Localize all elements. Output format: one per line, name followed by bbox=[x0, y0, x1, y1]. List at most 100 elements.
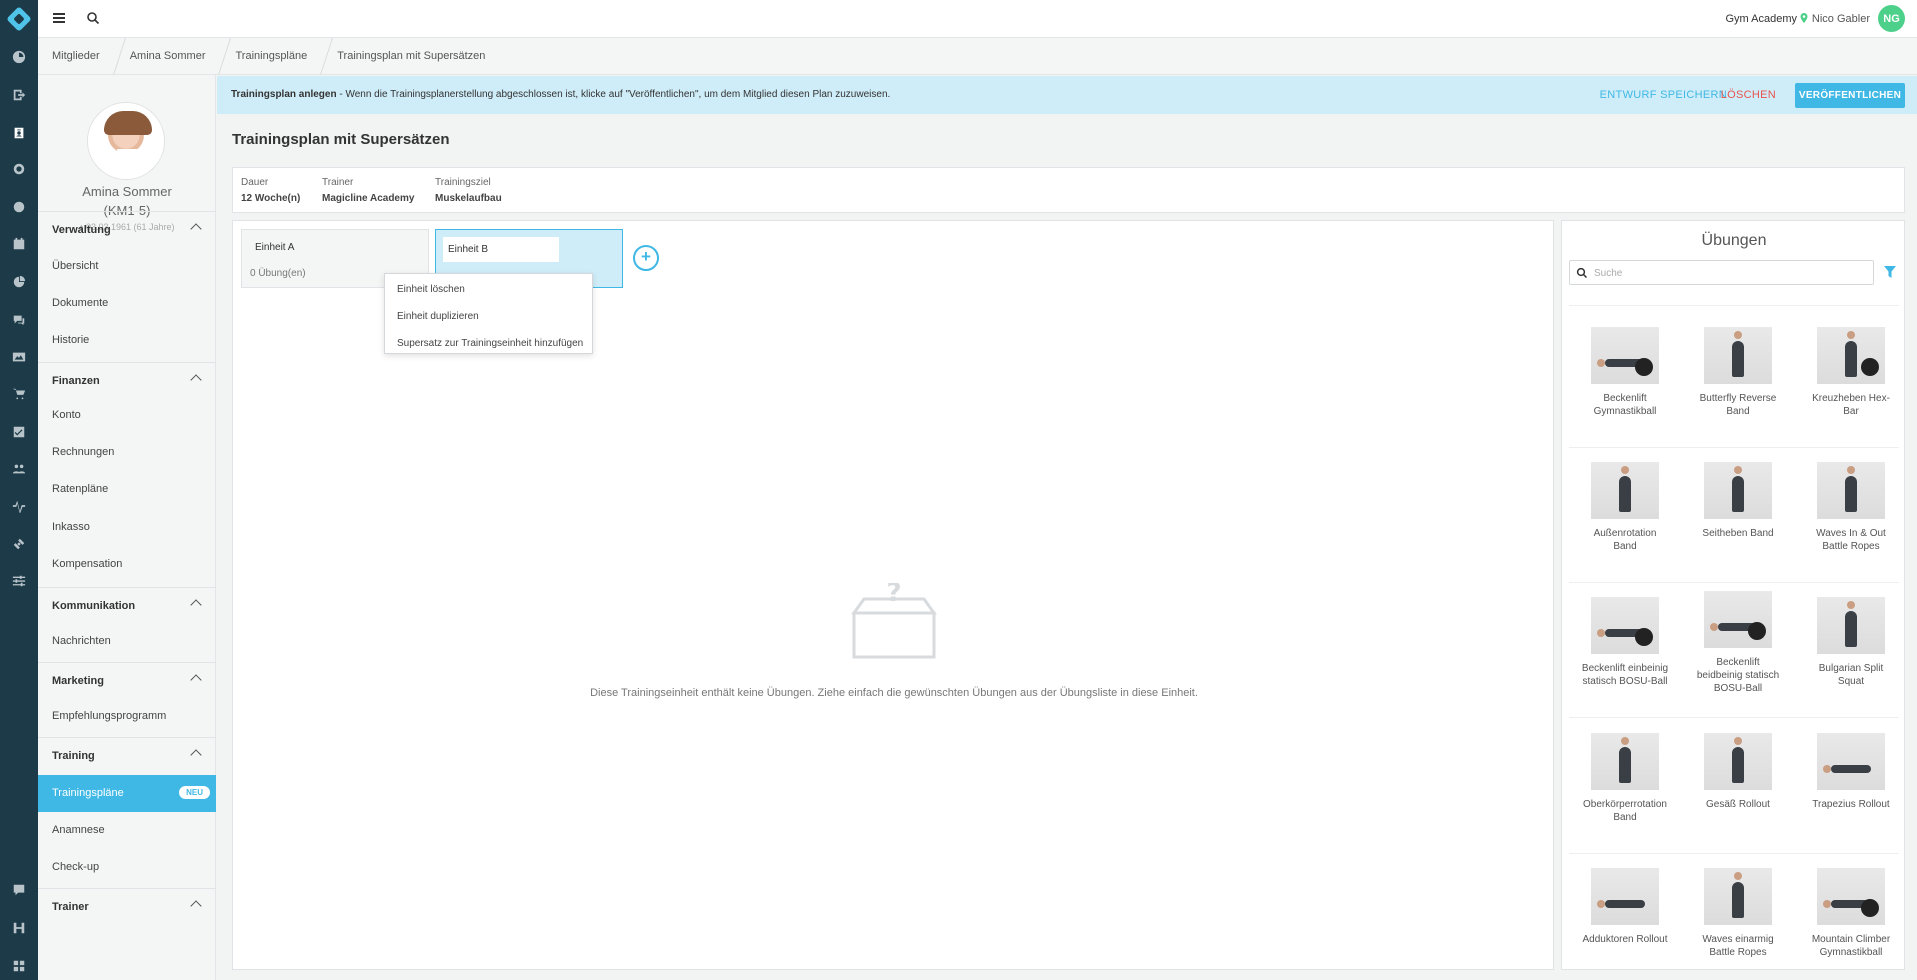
sidebar-item-inkasso[interactable]: Inkasso bbox=[38, 509, 216, 546]
member-sidebar: Amina Sommer (KM1-5) ⬧ 03.03.1961 (61 Ja… bbox=[38, 75, 216, 980]
exercise-thumbnail bbox=[1591, 462, 1659, 519]
exercise-card[interactable]: Beckenlift Gymnastikball bbox=[1575, 327, 1675, 418]
page-title: Trainingsplan mit Supersätzen bbox=[232, 131, 450, 148]
exercise-thumbnail bbox=[1704, 327, 1772, 384]
sidebar-item-anamnese[interactable]: Anamnese bbox=[38, 812, 216, 849]
exercise-card[interactable]: Außenrotation Band bbox=[1575, 462, 1675, 553]
exercise-label: Seitheben Band bbox=[1702, 528, 1774, 539]
exercise-card[interactable]: Trapezius Rollout bbox=[1801, 733, 1901, 811]
sliders-icon[interactable] bbox=[11, 573, 27, 589]
section-kommunikation[interactable]: Kommunikation bbox=[38, 587, 216, 624]
exercise-card[interactable]: Waves einarmig Battle Ropes bbox=[1688, 868, 1788, 959]
exercise-search[interactable] bbox=[1569, 260, 1874, 285]
apps-icon[interactable] bbox=[11, 958, 27, 974]
menu-item-add-superset[interactable]: Supersatz zur Trainingseinheit hinzufüge… bbox=[397, 338, 583, 349]
breadcrumb-item[interactable]: Trainingspläne bbox=[221, 38, 323, 75]
dumbbell-icon[interactable] bbox=[11, 536, 27, 552]
search-icon bbox=[1576, 267, 1588, 279]
members-icon[interactable] bbox=[11, 125, 27, 141]
breadcrumb-item[interactable]: Mitglieder bbox=[38, 38, 116, 75]
section-verwaltung[interactable]: Verwaltung bbox=[38, 211, 216, 248]
chevron-up-icon bbox=[190, 749, 202, 761]
sidebar-item-empfehlungsprogramm[interactable]: Empfehlungsprogramm bbox=[38, 698, 216, 735]
reports-icon[interactable] bbox=[11, 274, 27, 290]
top-bar: Gym Academy Nico Gabler NG bbox=[38, 0, 1917, 38]
exercise-card[interactable]: Adduktoren Rollout bbox=[1575, 868, 1675, 946]
menu-icon[interactable] bbox=[53, 13, 65, 23]
unit-context-menu: Einheit löschen Einheit duplizieren Supe… bbox=[384, 273, 593, 354]
chevron-up-icon bbox=[190, 599, 202, 611]
sidebar-item-uebersicht[interactable]: Übersicht bbox=[38, 248, 216, 285]
sidebar-item-konto[interactable]: Konto bbox=[38, 397, 216, 434]
user-avatar[interactable]: NG bbox=[1878, 5, 1905, 32]
exercise-card[interactable]: Seitheben Band bbox=[1688, 462, 1788, 540]
activity-icon[interactable] bbox=[11, 498, 27, 514]
shop-cart-icon[interactable] bbox=[11, 386, 27, 402]
groups-icon[interactable] bbox=[11, 461, 27, 477]
sidebar-item-rechnungen[interactable]: Rechnungen bbox=[38, 434, 216, 471]
finance-icon[interactable] bbox=[11, 199, 27, 215]
exercise-thumbnail bbox=[1704, 868, 1772, 925]
meta-trainer: Trainer Magicline Academy bbox=[322, 177, 415, 204]
search-icon[interactable] bbox=[86, 11, 100, 25]
sidebar-item-historie[interactable]: Historie bbox=[38, 322, 216, 359]
exercise-card[interactable]: Mountain Climber Gymnastikball bbox=[1801, 868, 1901, 959]
sidebar-item-kompensation[interactable]: Kompensation bbox=[38, 546, 216, 583]
exercise-thumbnail bbox=[1817, 868, 1885, 925]
section-marketing[interactable]: Marketing bbox=[38, 662, 216, 699]
image-icon[interactable] bbox=[11, 349, 27, 365]
exercise-label: Butterfly Reverse Band bbox=[1699, 393, 1777, 417]
exercise-label: Trapezius Rollout bbox=[1812, 799, 1890, 810]
publish-button[interactable]: VERÖFFENTLICHEN bbox=[1795, 83, 1905, 108]
messages-icon[interactable] bbox=[11, 312, 27, 328]
exercise-label: Bulgarian Split Squat bbox=[1818, 663, 1884, 687]
help-icon[interactable] bbox=[11, 882, 27, 898]
dashboard-icon[interactable] bbox=[11, 49, 27, 65]
sidebar-item-trainingsplaene[interactable]: Trainingspläne NEU bbox=[38, 775, 216, 812]
sidebar-item-checkup[interactable]: Check-up bbox=[38, 849, 216, 886]
exercise-card[interactable]: Butterfly Reverse Band bbox=[1688, 327, 1788, 418]
sidebar-item-dokumente[interactable]: Dokumente bbox=[38, 285, 216, 322]
exercise-card[interactable]: Gesäß Rollout bbox=[1688, 733, 1788, 811]
exercise-card[interactable]: Beckenlift beidbeinig statisch BOSU-Ball bbox=[1688, 591, 1788, 695]
exercise-card[interactable]: Bulgarian Split Squat bbox=[1801, 597, 1901, 688]
icon-rail bbox=[0, 0, 38, 980]
exercise-search-input[interactable] bbox=[1594, 264, 1864, 282]
unit-name-input[interactable] bbox=[443, 237, 559, 262]
exercise-thumbnail bbox=[1591, 597, 1659, 654]
settings-icon[interactable] bbox=[11, 161, 27, 177]
section-training[interactable]: Training bbox=[38, 737, 216, 774]
section-finanzen[interactable]: Finanzen bbox=[38, 362, 216, 399]
exercise-thumbnail bbox=[1591, 868, 1659, 925]
chevron-up-icon bbox=[190, 900, 202, 912]
save-draft-button[interactable]: ENTWURF SPEICHERN bbox=[1600, 89, 1727, 101]
studio-name[interactable]: Gym Academy bbox=[1725, 13, 1797, 25]
calendar-icon[interactable] bbox=[11, 236, 27, 252]
tasks-icon[interactable] bbox=[11, 424, 27, 440]
add-unit-button[interactable]: + bbox=[633, 245, 659, 271]
checkin-icon[interactable] bbox=[11, 87, 27, 103]
user-name[interactable]: Nico Gabler bbox=[1812, 13, 1870, 25]
exercise-label: Beckenlift einbeinig statisch BOSU-Ball bbox=[1581, 663, 1669, 687]
exercise-label: Adduktoren Rollout bbox=[1582, 934, 1668, 945]
menu-item-duplicate-unit[interactable]: Einheit duplizieren bbox=[397, 311, 479, 322]
sidebar-item-ratenplaene[interactable]: Ratenpläne bbox=[38, 471, 216, 508]
exercise-thumbnail bbox=[1704, 591, 1772, 648]
building-icon[interactable] bbox=[11, 920, 27, 936]
exercise-card[interactable]: Waves In & Out Battle Ropes bbox=[1801, 462, 1901, 553]
menu-item-delete-unit[interactable]: Einheit löschen bbox=[397, 284, 465, 295]
section-trainer[interactable]: Trainer bbox=[38, 888, 216, 925]
empty-state-message: Diese Trainingseinheit enthält keine Übu… bbox=[590, 687, 1198, 699]
plan-meta: Dauer 12 Woche(n) Trainer Magicline Academ… bbox=[232, 167, 1905, 213]
breadcrumb-item[interactable]: Amina Sommer bbox=[116, 38, 222, 75]
sidebar-item-nachrichten[interactable]: Nachrichten bbox=[38, 623, 216, 660]
exercise-card[interactable]: Kreuzheben Hex- Bar bbox=[1801, 327, 1901, 418]
app-logo[interactable] bbox=[0, 0, 38, 38]
unit-exercise-count: 0 Übung(en) bbox=[250, 268, 306, 279]
exercise-card[interactable]: Oberkörperrotation Band bbox=[1575, 733, 1675, 824]
exercise-thumbnail bbox=[1591, 733, 1659, 790]
delete-button[interactable]: LÖSCHEN bbox=[1721, 89, 1776, 101]
banner-message: Trainingsplan anlegen - Wenn die Trainin… bbox=[231, 89, 891, 100]
exercise-card[interactable]: Beckenlift einbeinig statisch BOSU-Ball bbox=[1575, 597, 1675, 688]
filter-icon[interactable] bbox=[1884, 266, 1896, 278]
